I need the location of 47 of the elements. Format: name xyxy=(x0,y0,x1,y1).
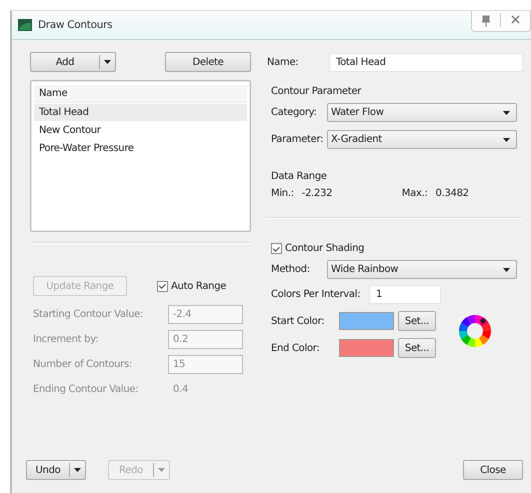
input-field[interactable]: 1 xyxy=(369,285,441,304)
field-label: Category: xyxy=(271,107,318,118)
color-wheel-icon xyxy=(458,314,492,348)
caret-icon xyxy=(503,138,510,142)
auto-range-checkbox[interactable]: Auto Range xyxy=(157,280,226,292)
list-item[interactable]: Pore-Water Pressure xyxy=(34,140,247,157)
value-text: 0.4 xyxy=(172,384,188,395)
set-color-button[interactable]: Set... xyxy=(398,311,436,331)
list-item[interactable]: New Contour xyxy=(34,122,247,139)
min-value: -2.232 xyxy=(302,188,334,199)
pin-icon[interactable] xyxy=(482,15,490,27)
caret-icon xyxy=(74,468,81,472)
undo-button[interactable]: Undo xyxy=(26,460,86,480)
dropdown[interactable]: Water Flow xyxy=(327,103,517,122)
field-label: Method: xyxy=(271,264,311,275)
field-label: Start Color: xyxy=(271,316,326,326)
min-label: Min.: xyxy=(271,188,294,199)
max-label: Max.: xyxy=(402,188,428,199)
field-label: Colors Per Interval: xyxy=(271,289,362,300)
delete-button[interactable]: Delete xyxy=(165,52,251,72)
field-label: Name: xyxy=(267,57,300,68)
name-field[interactable]: Total Head xyxy=(329,53,523,72)
field-label: Ending Contour Value: xyxy=(33,384,140,395)
list-header: Name xyxy=(34,85,247,103)
field-label: Increment by: xyxy=(33,334,100,345)
field-label: Number of Contours: xyxy=(33,359,133,370)
window-title: Draw Contours xyxy=(38,19,112,31)
caret-icon xyxy=(503,268,510,272)
field-label: Starting Contour Value: xyxy=(33,309,144,320)
close-icon[interactable] xyxy=(511,15,520,24)
caret-icon xyxy=(104,60,111,64)
list-item[interactable]: Total Head xyxy=(34,104,247,121)
section-title: Contour Parameter xyxy=(271,86,362,97)
field-label: End Color: xyxy=(271,342,320,354)
contour-list[interactable]: Name Total Head New Contour Pore-Water Pressure xyxy=(30,80,251,232)
set-color-button[interactable]: Set... xyxy=(398,338,436,358)
caret-icon xyxy=(158,468,165,472)
dropdown[interactable]: X-Gradient xyxy=(327,130,517,149)
max-value: 0.3482 xyxy=(436,188,469,199)
field-label: Parameter: xyxy=(271,134,324,145)
app-icon xyxy=(18,19,32,31)
close-button[interactable]: Close xyxy=(463,460,523,480)
dropdown[interactable]: Wide Rainbow xyxy=(327,260,517,279)
section-title: Data Range xyxy=(271,171,328,182)
contour-shading-checkbox[interactable]: Contour Shading xyxy=(271,243,364,254)
add-button[interactable]: Add xyxy=(30,52,116,72)
caret-icon xyxy=(503,110,510,114)
